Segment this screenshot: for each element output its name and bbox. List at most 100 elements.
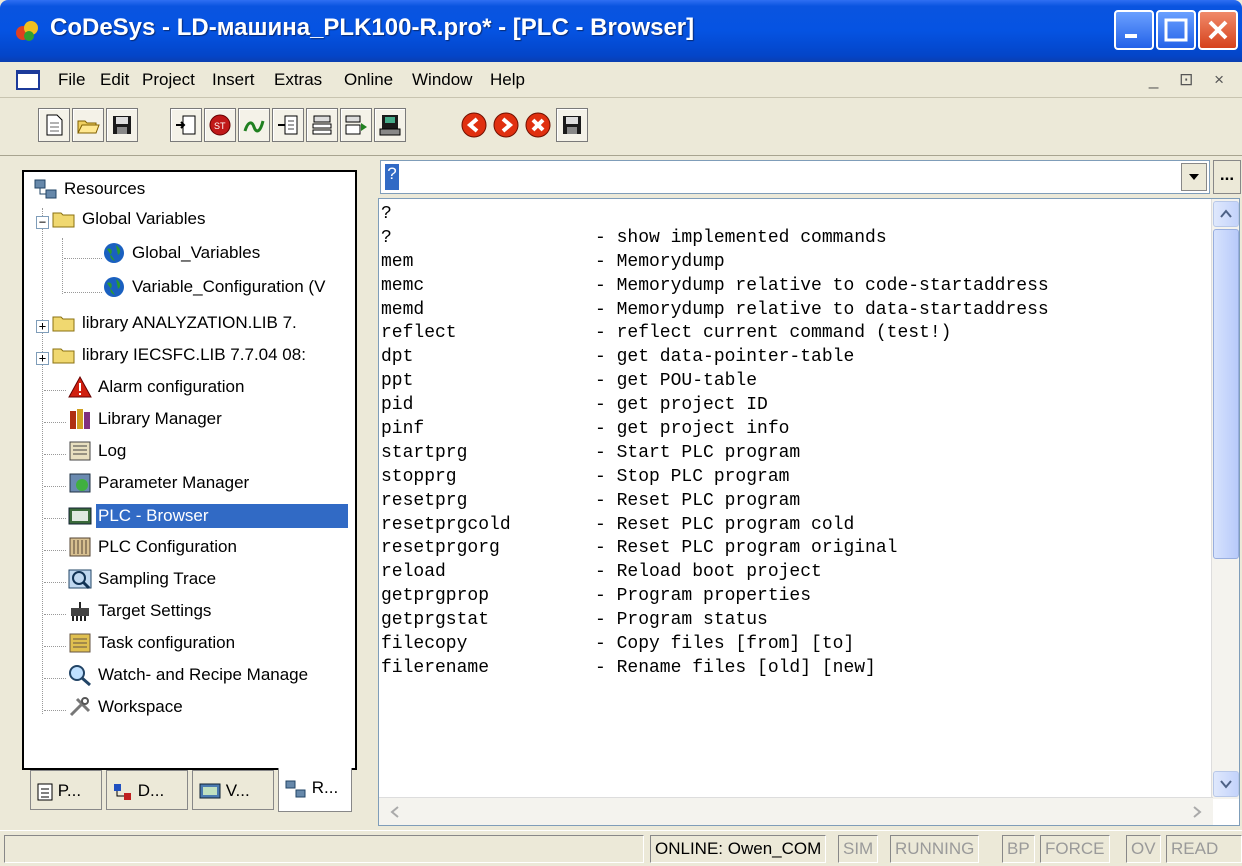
output-line: memc - Memorydump relative to code-starta… <box>381 275 1049 299</box>
tree-item-library-analyzation[interactable]: library ANALYZATION.LIB 7. <box>52 312 299 342</box>
ellipsis-button[interactable]: ... <box>1213 160 1241 194</box>
output-description: - get POU-table <box>595 371 758 392</box>
menu-online[interactable]: Online <box>344 70 393 90</box>
tab-pous[interactable]: P... <box>30 770 102 810</box>
output-description: - Rename files [old] [new] <box>595 657 876 678</box>
window-title: CoDeSys - LD-машина_PLK100-R.pro* - [PLC… <box>50 14 695 41</box>
menu-insert[interactable]: Insert <box>212 70 255 90</box>
parameter-icon <box>68 472 92 494</box>
output-description: - Reset PLC program <box>595 490 801 511</box>
output-description: - Stop PLC program <box>595 466 790 487</box>
forward-icon <box>493 112 519 138</box>
upload-button[interactable] <box>374 108 406 142</box>
tree-expander[interactable]: + <box>36 320 49 333</box>
output-line: pinf - get project info <box>381 418 1049 442</box>
command-value: ? <box>385 164 399 190</box>
dropdown-button[interactable] <box>1181 163 1207 191</box>
tree-item-log[interactable]: Log <box>68 440 128 470</box>
tree-item-task-configuration[interactable]: Task configuration <box>68 632 237 662</box>
open-icon <box>77 120 100 134</box>
tree-expander[interactable]: + <box>36 352 49 365</box>
tree-item-workspace[interactable]: Workspace <box>68 696 185 726</box>
tree-item-target-settings[interactable]: Target Settings <box>68 600 213 630</box>
tree-root-resources[interactable]: Resources <box>34 178 147 208</box>
login-button[interactable] <box>170 108 202 142</box>
command-input[interactable]: ? <box>380 160 1210 194</box>
save-file-button[interactable] <box>556 108 588 142</box>
log-icon <box>68 440 92 462</box>
chevron-left-icon[interactable] <box>383 800 407 824</box>
output-command: dpt <box>381 347 414 368</box>
tree-item-global-variables-list[interactable]: Global_Variables <box>102 242 262 272</box>
step-icon <box>278 115 298 135</box>
maximize-button[interactable] <box>1156 10 1196 50</box>
new-button[interactable] <box>38 108 70 142</box>
close-icon <box>1208 20 1228 40</box>
run-button[interactable] <box>238 108 270 142</box>
tree-item-watch-recipe-manager[interactable]: Watch- and Recipe Manage <box>68 664 310 694</box>
resources-tree-panel[interactable]: Resources − Global Variables Global_Vari… <box>22 170 357 770</box>
tree-connector <box>62 238 63 294</box>
output-command: filecopy <box>381 634 468 655</box>
download-button[interactable] <box>340 108 372 142</box>
tree-connector <box>44 454 66 455</box>
menu-window[interactable]: Window <box>412 70 472 90</box>
mdi-window-controls[interactable]: _ ⊡ × <box>1149 70 1232 90</box>
tab-data-types[interactable]: D... <box>106 770 188 810</box>
tree-item-global-variables[interactable]: Global Variables <box>52 208 207 238</box>
tab-visualizations[interactable]: V... <box>192 770 274 810</box>
tree-item-library-iecsfc[interactable]: library IECSFC.LIB 7.7.04 08: <box>52 344 308 374</box>
tree-item-plc-browser[interactable]: PLC - Browser <box>68 504 354 534</box>
status-message <box>4 835 644 863</box>
chevron-right-icon[interactable] <box>1185 800 1209 824</box>
menu-edit[interactable]: Edit <box>100 70 129 90</box>
output-description: - Program properties <box>595 586 812 607</box>
minimize-button[interactable] <box>1114 10 1154 50</box>
forward-button[interactable] <box>490 108 522 142</box>
menu-file[interactable]: File <box>58 70 85 90</box>
toolbar: ST <box>0 98 1242 156</box>
cancel-button[interactable] <box>522 108 554 142</box>
output-description: - Copy files [from] [to] <box>595 634 855 655</box>
horizontal-scrollbar[interactable] <box>379 797 1213 825</box>
status-bar: ONLINE: Owen_COM SIM RUNNING BP FORCE OV… <box>0 830 1242 866</box>
tree-item-variable-configuration[interactable]: Variable_Configuration (V <box>102 276 327 306</box>
output-line: resetprgorg - Reset PLC program original <box>381 537 1049 561</box>
tree-item-alarm-configuration[interactable]: Alarm configuration <box>68 375 246 406</box>
task-icon <box>68 632 92 654</box>
output-command: reload <box>381 562 446 583</box>
tree-item-sampling-trace[interactable]: Sampling Trace <box>68 568 218 598</box>
menu-extras[interactable]: Extras <box>274 70 322 90</box>
title-bar[interactable]: CoDeSys - LD-машина_PLK100-R.pro* - [PLC… <box>0 0 1242 62</box>
close-button[interactable] <box>1198 10 1238 50</box>
tree-expander[interactable]: − <box>36 216 49 229</box>
vertical-scrollbar[interactable] <box>1211 199 1239 799</box>
tree-item-plc-configuration[interactable]: PLC Configuration <box>68 536 239 566</box>
output-command: pinf <box>381 419 425 440</box>
chevron-up-icon <box>1220 209 1232 218</box>
upload-icon <box>379 115 401 136</box>
output-description: - get data-pointer-table <box>595 347 855 368</box>
document-icon[interactable] <box>16 70 40 90</box>
save-button[interactable] <box>106 108 138 142</box>
tab-resources[interactable]: R... <box>278 768 352 812</box>
tree-item-parameter-manager[interactable]: Parameter Manager <box>68 472 251 502</box>
svg-text:ST: ST <box>214 121 226 131</box>
tree-item-library-manager[interactable]: Library Manager <box>68 408 224 438</box>
output-description: - Memorydump relative to data-startaddre… <box>595 299 1049 320</box>
output-command: memd <box>381 299 425 320</box>
scroll-thumb[interactable] <box>1213 229 1239 559</box>
scroll-down-button[interactable] <box>1213 771 1239 797</box>
output-command: resetprg <box>381 490 468 511</box>
step-button[interactable] <box>272 108 304 142</box>
browser-output[interactable]: ?? - show implemented commands mem - Memory… <box>378 198 1240 826</box>
compile-button[interactable] <box>306 108 338 142</box>
menu-help[interactable]: Help <box>490 70 525 90</box>
stop-button[interactable]: ST <box>204 108 236 142</box>
scroll-up-button[interactable] <box>1213 201 1239 227</box>
open-button[interactable] <box>72 108 104 142</box>
output-command: ? <box>381 204 392 224</box>
back-button[interactable] <box>458 108 490 142</box>
menu-project[interactable]: Project <box>142 70 195 90</box>
output-command: ? <box>381 227 392 248</box>
